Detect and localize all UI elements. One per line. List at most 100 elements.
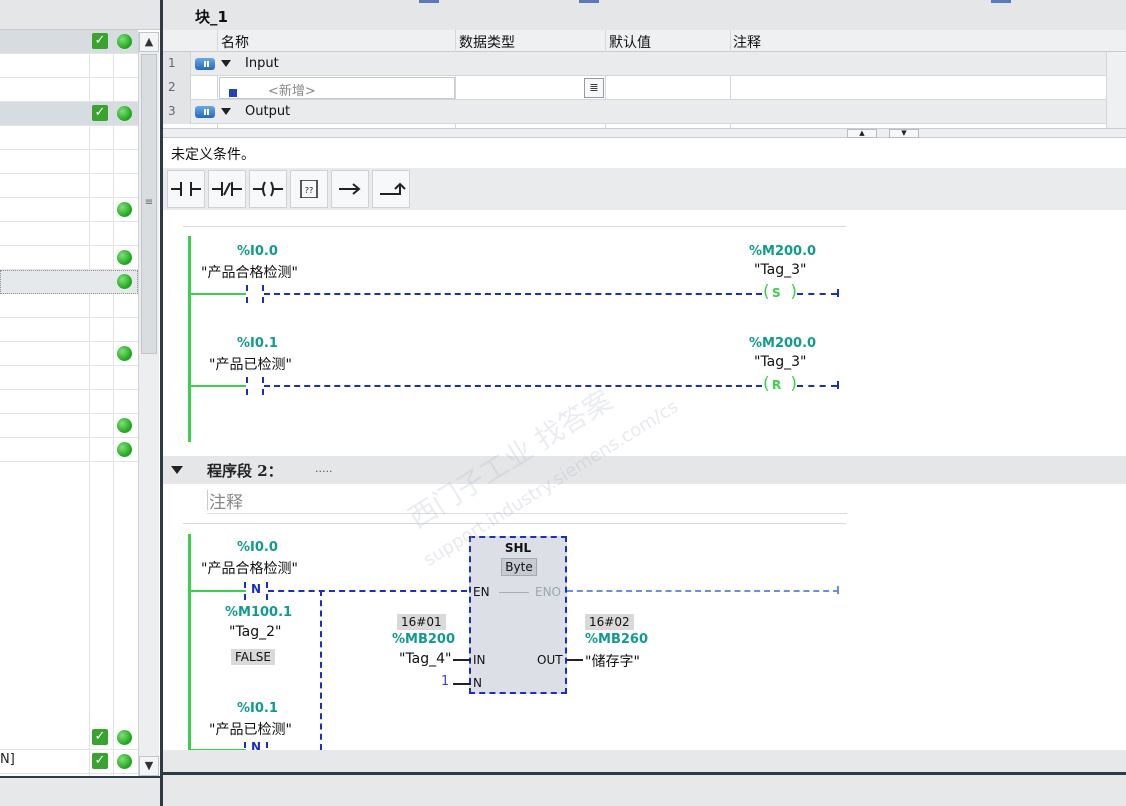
param-marker-icon	[229, 89, 237, 97]
interface-splitter[interactable]: ▲ ▼	[163, 128, 1126, 138]
close-branch-button[interactable]	[372, 170, 410, 208]
in-tag[interactable]: "Tag_4"	[399, 651, 452, 667]
section-label-output: Output	[245, 104, 291, 119]
checkmark-icon: ✓	[92, 105, 108, 121]
collapse-down-button[interactable]: ▼	[889, 129, 919, 138]
contact-tag[interactable]: "产品合格检测"	[201, 558, 298, 578]
n-pin-line	[453, 683, 471, 685]
network-2-header[interactable]: 程序段 2： .....	[163, 456, 1126, 484]
tree-row[interactable]	[0, 54, 138, 78]
tree-row[interactable]	[0, 150, 138, 174]
pin-in: IN	[473, 653, 486, 667]
branch-wire	[320, 590, 322, 750]
no-contact-button[interactable]	[167, 170, 205, 208]
out-pin-line	[567, 659, 583, 661]
checkmark-icon: ✓	[92, 729, 108, 745]
contact-address[interactable]: %I0.1	[237, 336, 278, 351]
row-number: 2	[163, 76, 191, 100]
empty-box-label: ??	[305, 186, 314, 195]
coil-tag[interactable]: "Tag_3"	[754, 354, 807, 370]
tree-row[interactable]	[0, 366, 138, 390]
reset-coil[interactable]: (R)	[763, 374, 797, 396]
status-ok-icon	[117, 106, 132, 121]
tree-row[interactable]	[0, 390, 138, 414]
tree-row[interactable]	[0, 174, 138, 198]
scroll-down-button[interactable]: ▼	[139, 756, 159, 776]
interface-row-new[interactable]: 2 <新增> ≣	[163, 76, 1106, 100]
open-branch-button[interactable]	[331, 170, 369, 208]
pin-out: OUT	[537, 653, 563, 667]
interface-table: 名称 数据类型 默认值 注释 1 Input 2 <新增> ≣ 3 Output	[163, 30, 1126, 128]
power-flow-wire	[190, 385, 246, 387]
negative-edge-contact[interactable]: N	[244, 740, 268, 760]
column-header-name[interactable]: 名称	[221, 32, 249, 52]
network-title-field[interactable]: .....	[315, 462, 332, 475]
interface-row-input[interactable]: 1 Input	[163, 52, 1106, 76]
checkmark-icon: ✓	[92, 753, 108, 769]
edge-label: N	[251, 582, 262, 596]
scroll-up-button[interactable]: ▲	[139, 32, 159, 52]
interface-scrollbar[interactable]	[1106, 52, 1126, 128]
coil-button[interactable]	[249, 170, 287, 208]
contact-address[interactable]: %I0.0	[237, 244, 278, 259]
contact-tag[interactable]: "产品合格检测"	[201, 262, 298, 282]
status-ok-icon	[117, 202, 132, 217]
in-pin-line	[453, 659, 471, 661]
tree-row[interactable]	[0, 126, 138, 150]
nc-contact-button[interactable]	[208, 170, 246, 208]
expand-icon[interactable]	[221, 108, 231, 115]
out-tag[interactable]: "储存字"	[585, 651, 640, 671]
header-ticks	[163, 0, 1126, 3]
set-coil[interactable]: (S)	[763, 282, 797, 304]
interface-header-row: 名称 数据类型 默认值 注释	[163, 30, 1126, 52]
pin-en: EN	[473, 585, 490, 599]
empty-box-button[interactable]: ??	[290, 170, 328, 208]
tree-row[interactable]	[0, 78, 138, 102]
no-flow-wire	[264, 293, 762, 295]
n-constant[interactable]: 1	[441, 674, 449, 689]
edge-memory-address[interactable]: %M100.1	[225, 605, 292, 620]
no-flow-wire	[264, 385, 762, 387]
collapse-network-icon[interactable]	[171, 466, 183, 474]
tree-row[interactable]	[0, 222, 138, 246]
coil-address[interactable]: %M200.0	[749, 244, 816, 259]
network-comment-text: 注释	[209, 493, 243, 513]
edge-memory-tag[interactable]: "Tag_2"	[229, 624, 282, 640]
new-parameter-input[interactable]: <新增>	[219, 77, 455, 99]
shl-instruction-box[interactable]: SHL Byte EN ENO IN OUT N	[469, 536, 567, 694]
new-placeholder: <新增>	[268, 84, 316, 99]
contact-address[interactable]: %I0.0	[237, 540, 278, 555]
section-label-input: Input	[245, 56, 279, 71]
edge-memory-value: FALSE	[231, 649, 275, 665]
instruction-datatype[interactable]: Byte	[501, 558, 537, 576]
project-tree-pane: ✓ ✓ ✓ ✓ N] ▲ ≡ ▼	[0, 0, 160, 806]
network-comment[interactable]: 注释	[207, 488, 847, 514]
contact-tag[interactable]: "产品已检测"	[209, 719, 292, 739]
tree-scrollbar[interactable]: ▲ ≡ ▼	[138, 32, 159, 776]
coil-tag[interactable]: "Tag_3"	[754, 262, 807, 278]
column-header-datatype[interactable]: 数据类型	[459, 32, 515, 52]
power-flow-wire	[190, 293, 246, 295]
contact-address[interactable]: %I0.1	[237, 701, 278, 716]
rung-end	[837, 381, 839, 389]
column-header-comment[interactable]: 注释	[733, 32, 761, 52]
interface-row-output[interactable]: 3 Output	[163, 100, 1106, 124]
datatype-list-button[interactable]: ≣	[584, 78, 604, 98]
out-address[interactable]: %MB260	[585, 632, 648, 647]
out-monitor-value: 16#02	[585, 614, 634, 630]
no-contact[interactable]	[246, 285, 264, 303]
rung-end	[837, 289, 839, 297]
tree-row[interactable]	[0, 318, 138, 342]
collapse-up-button[interactable]: ▲	[847, 129, 877, 138]
column-header-default[interactable]: 默认值	[609, 32, 651, 52]
negative-edge-contact[interactable]: N	[244, 582, 268, 600]
tree-row[interactable]	[0, 294, 138, 318]
expand-icon[interactable]	[221, 60, 231, 67]
no-contact[interactable]	[246, 377, 264, 395]
coil-address[interactable]: %M200.0	[749, 336, 816, 351]
en-eno-link	[499, 592, 529, 593]
editor-footer	[163, 750, 1126, 806]
in-address[interactable]: %MB200	[392, 632, 455, 647]
contact-tag[interactable]: "产品已检测"	[209, 354, 292, 374]
status-ok-icon	[117, 346, 132, 361]
